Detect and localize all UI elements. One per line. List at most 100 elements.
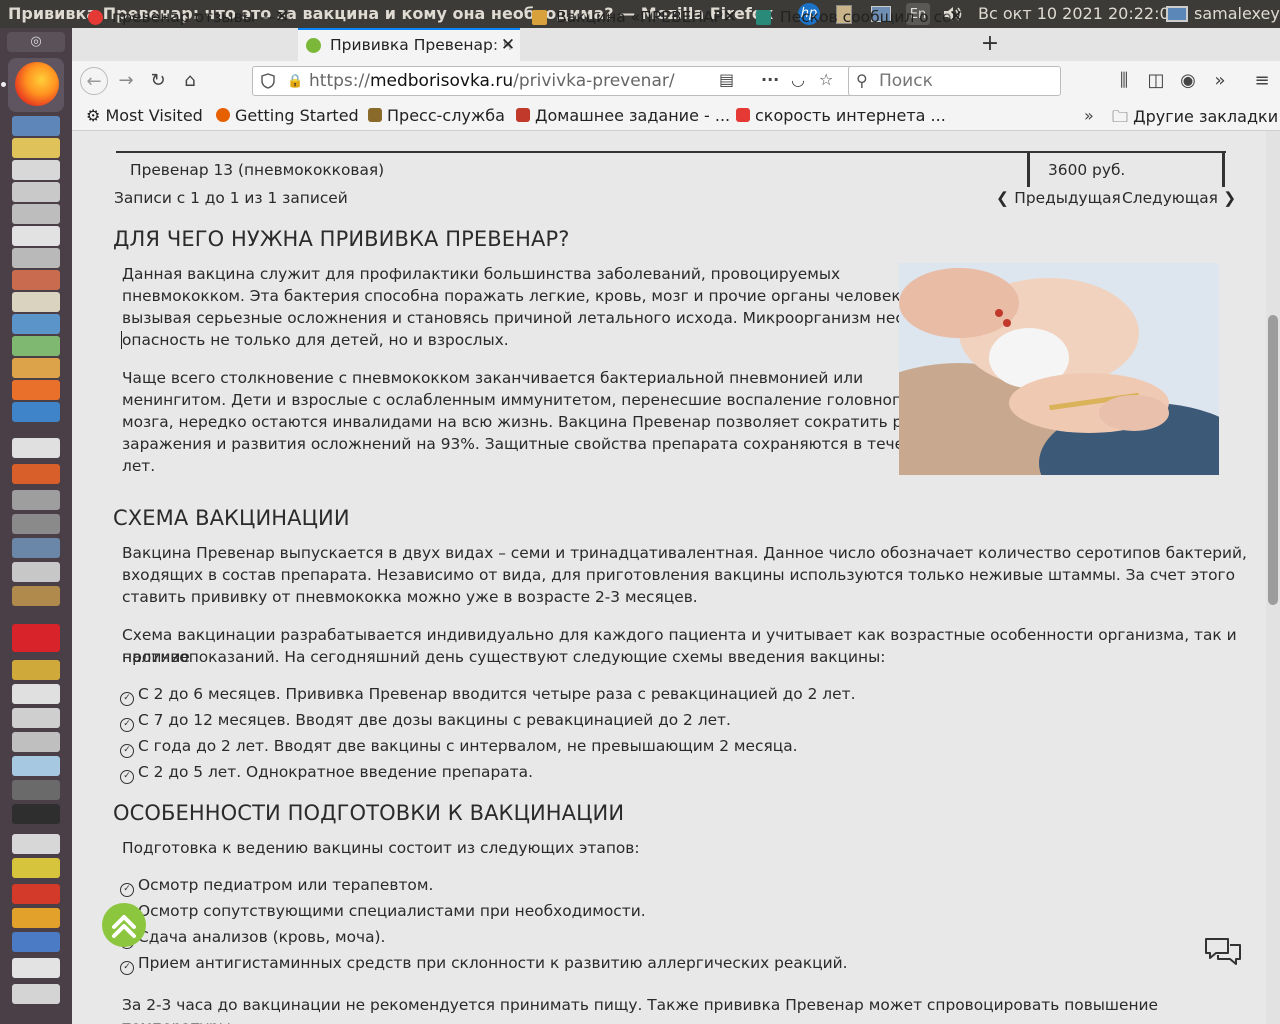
app-icon[interactable]	[12, 984, 60, 1004]
chevron-left-icon: ❮	[996, 189, 1015, 207]
app-icon[interactable]	[12, 932, 60, 952]
app-icon[interactable]	[12, 270, 60, 290]
paragraph-line: входящих в состав препарата. Независимо …	[122, 566, 1236, 584]
paragraph-line: лет.	[122, 457, 156, 475]
paragraph-line: опасность не только для детей, но и взро…	[122, 331, 509, 349]
pocket-icon[interactable]: ◡	[791, 70, 805, 89]
page-scrollbar[interactable]	[1266, 131, 1280, 1024]
home-button[interactable]: ⌂	[176, 67, 204, 95]
close-tab-icon[interactable]: ✕	[948, 2, 964, 33]
app-icon[interactable]	[12, 116, 60, 136]
app-icon[interactable]	[12, 834, 60, 854]
app-icon[interactable]	[12, 138, 60, 158]
search-box[interactable]: ⚲	[848, 66, 1061, 96]
tab-1[interactable]: превенар отзывы — Я ✕	[80, 2, 294, 33]
app-icon[interactable]	[12, 586, 60, 606]
back-button[interactable]: ←	[80, 67, 108, 95]
bookmarks-overflow-chevron-icon[interactable]: »	[1084, 106, 1094, 125]
library-icon[interactable]: ⫼	[1110, 67, 1138, 95]
forward-button[interactable]: →	[112, 67, 140, 95]
app-icon[interactable]	[12, 402, 60, 422]
app-icon[interactable]	[12, 226, 60, 246]
reader-view-icon[interactable]: ▤	[719, 70, 734, 89]
menu-icon[interactable]: ≡	[1248, 67, 1276, 95]
app-icon[interactable]	[12, 624, 60, 652]
app-icon[interactable]	[12, 160, 60, 180]
new-tab-button[interactable]: +	[976, 28, 1004, 61]
url-text[interactable]: https://medborisovka.ru/privivka-prevena…	[309, 71, 675, 91]
check-circle-icon: ✓	[120, 883, 134, 897]
list-item: ✓ С года до 2 лет. Вводят две вакцины с и…	[120, 735, 798, 758]
bookmark-other-folder[interactable]: 🗀 Другие закладки	[1112, 106, 1278, 133]
app-icon[interactable]	[12, 780, 60, 800]
app-icon[interactable]	[12, 490, 60, 510]
section-heading: СХЕМА ВАКЦИНАЦИИ	[113, 506, 350, 530]
paragraph-line: противопоказаний. На сегодняшний день су…	[122, 648, 886, 666]
tab-3[interactable]: Вакцина «ПРЕВЕНАР ✕	[524, 2, 742, 33]
app-icon[interactable]	[12, 336, 60, 356]
pagination-prev-button[interactable]: ❮ Предыдущая	[996, 187, 1121, 209]
close-tab-icon[interactable]: ✕	[500, 30, 516, 61]
site-favicon-icon	[756, 10, 771, 25]
user-name[interactable]: samalexey	[1194, 4, 1280, 23]
bookmark-most-visited[interactable]: ⚙ Most Visited	[86, 106, 203, 125]
app-icon[interactable]	[12, 708, 60, 728]
paragraph-line: Чаще всего столкновение с пневмококком з…	[122, 369, 864, 387]
list-item: ✓ С 2 до 6 месяцев. Прививка Превенар вво…	[120, 683, 855, 706]
ubuntu-logo-icon[interactable]: ◎	[7, 32, 65, 52]
app-icon[interactable]	[12, 538, 60, 558]
app-icon[interactable]	[12, 314, 60, 334]
app-icon[interactable]	[12, 660, 60, 680]
app-icon[interactable]	[12, 514, 60, 534]
check-circle-icon: ✓	[120, 744, 134, 758]
user-computer-icon[interactable]	[1163, 3, 1191, 25]
firefox-launcher-icon[interactable]	[8, 58, 64, 112]
app-icon[interactable]	[12, 804, 60, 824]
scroll-to-top-button[interactable]	[102, 903, 146, 947]
bookmark-getting-started[interactable]: Getting Started	[216, 106, 359, 125]
tab-4[interactable]: Песков сообщил о со ✕	[748, 2, 968, 33]
sidebar-icon[interactable]: ◫	[1142, 67, 1170, 95]
app-icon[interactable]	[12, 958, 60, 978]
url-bar[interactable]: 🔒 https://medborisovka.ru/privivka-preve…	[252, 66, 914, 96]
app-icon[interactable]	[12, 248, 60, 268]
app-icon[interactable]	[12, 908, 60, 928]
bookmarks-toolbar: ⚙ Most Visited Getting Started Пресс-слу…	[72, 101, 1280, 131]
app-icon[interactable]	[12, 858, 60, 878]
page-actions-icon[interactable]: ···	[761, 70, 779, 89]
bookmark-homework[interactable]: Домашнее задание - ...	[516, 106, 730, 125]
scrollbar-thumb[interactable]	[1268, 315, 1278, 605]
account-icon[interactable]: ◉	[1174, 67, 1202, 95]
reload-button[interactable]: ↻	[144, 67, 172, 95]
app-icon[interactable]	[12, 562, 60, 582]
app-icon[interactable]	[12, 292, 60, 312]
close-tab-icon[interactable]: ✕	[274, 2, 290, 33]
app-icon[interactable]	[12, 204, 60, 224]
bookmark-star-icon[interactable]: ☆	[819, 70, 833, 89]
app-icon[interactable]	[12, 732, 60, 752]
tab-2[interactable]: Прививка Превенар: ч ✕	[298, 28, 520, 61]
app-icon[interactable]	[12, 884, 60, 904]
overflow-chevron-icon[interactable]: »	[1206, 67, 1234, 95]
paragraph-line: Вакцина Превенар выпускается в двух вида…	[122, 544, 1247, 562]
pagination-next-button[interactable]: Следующая ❯	[1122, 187, 1236, 209]
app-icon[interactable]	[12, 380, 60, 400]
app-icon[interactable]	[12, 358, 60, 378]
chevron-up-icon	[112, 915, 136, 938]
lock-icon[interactable]: 🔒	[287, 74, 303, 89]
vaccination-photo	[899, 263, 1219, 475]
clock[interactable]: Вс окт 10 2021 20:22:06	[978, 4, 1180, 23]
search-input[interactable]	[879, 71, 1049, 91]
paragraph-line: заражения и развития осложнений на 93%. …	[122, 435, 949, 453]
app-icon[interactable]	[12, 756, 60, 776]
app-icon[interactable]	[12, 684, 60, 704]
app-icon[interactable]	[12, 464, 60, 484]
bookmark-press[interactable]: Пресс-служба	[368, 106, 505, 125]
tab-title: Песков сообщил о со	[780, 8, 952, 26]
close-tab-icon[interactable]: ✕	[722, 2, 738, 33]
tracking-shield-icon[interactable]	[261, 73, 275, 89]
app-icon[interactable]	[12, 182, 60, 202]
chat-button[interactable]	[1202, 931, 1244, 973]
bookmark-speedtest[interactable]: скорость интернета ...	[736, 106, 946, 125]
amazon-icon[interactable]	[12, 438, 60, 458]
